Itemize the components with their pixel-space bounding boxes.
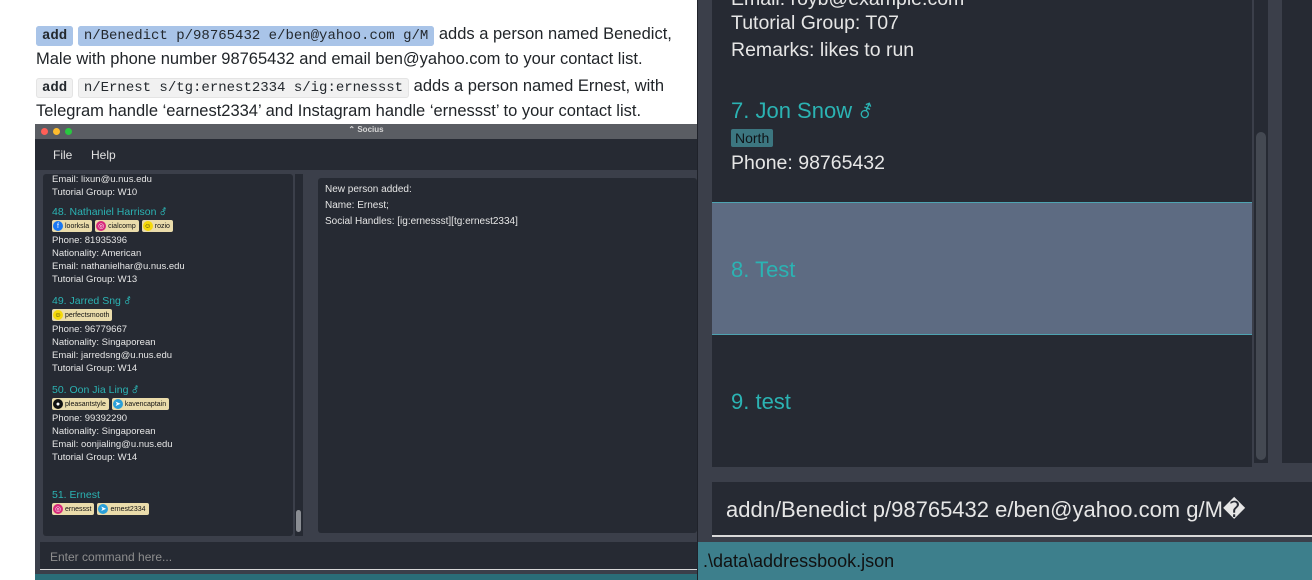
social-tag: f loorksla	[52, 220, 93, 232]
github-icon: ●	[53, 399, 63, 409]
person-remarks: Remarks: likes to run	[731, 39, 915, 61]
instagram-icon: ◎	[53, 504, 63, 514]
command-box[interactable]: Enter command here...	[40, 542, 697, 570]
list-item: ● add n/Ernest s/tg:ernest2334 s/ig:erne…	[36, 74, 696, 101]
code-keyword: add	[42, 80, 68, 96]
doc-text: Telegram handle ‘earnest2334’ and Instag…	[36, 102, 642, 120]
person-email: Email: royb@example.com	[731, 0, 964, 11]
menu-bar: File Help	[35, 139, 697, 170]
social-tag: ● pleasantstyle	[52, 398, 109, 410]
person-phone: Phone: 98765432	[731, 152, 885, 174]
code-keyword: add	[42, 28, 68, 44]
person-tutorial-group: Tutorial Group: W13	[52, 274, 138, 285]
snapchat-icon: ☺	[142, 221, 153, 231]
person-name[interactable]: 51. Ernest	[52, 489, 100, 501]
person-email: Email: lixun@u.nus.edu	[52, 174, 152, 185]
doc-text: adds a person named Ernest, with	[413, 77, 665, 95]
person-phone: Phone: 99392290	[52, 413, 128, 424]
person-nationality: Nationality: Singaporean	[52, 426, 156, 437]
social-tag: ◎ ernessst	[52, 503, 95, 515]
snapchat-icon: ☺	[53, 310, 63, 320]
doc-text: adds a person named Benedict,	[438, 25, 672, 43]
person-email: Email: oonjialing@u.nus.edu	[52, 439, 173, 450]
person-tutorial-group: Tutorial Group: T07	[731, 12, 899, 34]
person-name[interactable]: 7. Jon Snow ⚦	[731, 98, 873, 124]
save-location-path: .\data\addressbook.json	[703, 551, 895, 571]
code-snippet: add	[36, 26, 74, 46]
person-name[interactable]: 50. Oon Jia Ling ⚦	[52, 384, 139, 396]
person-name[interactable]: 9. test	[731, 389, 791, 415]
instagram-icon: ◎	[96, 221, 107, 231]
gender-icon: ⚦	[159, 207, 167, 217]
person-name[interactable]: 8. Test	[731, 257, 795, 283]
result-line: Name: Ernest;	[325, 200, 389, 211]
list-item: ● add n/Benedict p/98765432 e/ben@yahoo.…	[36, 22, 696, 49]
selected-person-card[interactable]: 8. Test	[712, 202, 1252, 335]
socius-window-large: Email: royb@example.com Tutorial Group: …	[697, 0, 1312, 580]
window-title: ⌃ Socius	[35, 125, 697, 134]
facebook-icon: f	[53, 221, 63, 231]
tag-badge: North	[731, 129, 774, 147]
code-snippet: n/Benedict p/98765432 e/ben@yahoo.com g/…	[77, 26, 435, 46]
scrollbar-thumb[interactable]	[296, 510, 301, 532]
scrollbar-thumb[interactable]	[1256, 132, 1266, 460]
social-tag: ☺ rozio	[141, 220, 173, 232]
person-name[interactable]: 49. Jarred Sng ⚦	[52, 295, 131, 307]
person-nationality: Nationality: American	[52, 248, 142, 259]
person-list-scrollbar[interactable]	[1254, 0, 1268, 463]
person-tutorial-group: Tutorial Group: W14	[52, 452, 138, 463]
person-list[interactable]: Email: lixun@u.nus.edu Tutorial Group: W…	[43, 174, 293, 536]
social-handles: ☺ perfectsmooth	[52, 309, 113, 322]
title-bar: ⌃ Socius	[35, 124, 697, 139]
command-placeholder: Enter command here...	[50, 550, 173, 564]
person-tutorial-group: Tutorial Group: W10	[52, 187, 138, 198]
person-tutorial-group: Tutorial Group: W14	[52, 363, 138, 374]
telegram-icon: ➤	[98, 504, 109, 514]
person-phone: Phone: 81935396	[52, 235, 128, 246]
person-email: Email: jarredsng@u.nus.edu	[52, 350, 173, 361]
social-tag: ➤ ernest2334	[97, 503, 149, 515]
command-box[interactable]: addn/Benedict p/98765432 e/ben@yahoo.com…	[712, 482, 1312, 537]
result-display: New person added: Name: Ernest; Social H…	[318, 178, 697, 533]
user-guide-snippet: ● add n/Benedict p/98765432 e/ben@yahoo.…	[0, 0, 697, 124]
socius-window-small: ⌃ Socius File Help Email: lixun@u.nus.ed…	[35, 124, 697, 580]
social-tag: ◎ cialcomp	[95, 220, 139, 232]
person-list-scrollbar[interactable]	[295, 174, 303, 536]
person-list[interactable]: Email: royb@example.com Tutorial Group: …	[712, 0, 1252, 467]
person-email: Email: nathanielhar@u.nus.edu	[52, 261, 185, 272]
window-title-text: Socius	[357, 125, 384, 134]
gender-icon: ⚦	[131, 385, 139, 395]
status-bar: .\data\addressbook.json	[698, 542, 1312, 580]
result-line: New person added:	[325, 184, 412, 195]
social-handles: f loorksla ◎ cialcomp ☺ rozio	[52, 220, 173, 233]
gender-icon: ⚦	[123, 296, 132, 306]
status-bar	[35, 574, 697, 580]
social-handles: ● pleasantstyle ➤ kavencaptain	[52, 398, 170, 411]
result-display	[1282, 0, 1312, 463]
person-phone: Phone: 96779667	[52, 324, 128, 335]
telegram-icon: ➤	[112, 399, 123, 409]
person-name[interactable]: 48. Nathaniel Harrison ⚦	[52, 206, 167, 218]
menu-file[interactable]: File	[53, 148, 72, 162]
code-snippet: add	[36, 78, 74, 98]
code-snippet: n/Ernest s/tg:ernest2334 s/ig:ernessst	[77, 78, 410, 98]
social-handles: ◎ ernessst ➤ ernest2334	[52, 503, 149, 516]
result-line: Social Handles: [ig:ernessst][tg:ernest2…	[325, 216, 518, 227]
app-icon: ⌃	[348, 125, 358, 134]
gender-icon: ⚦	[858, 102, 874, 122]
social-tag: ☺ perfectsmooth	[52, 309, 113, 321]
social-tag: ➤ kavencaptain	[111, 398, 170, 410]
person-nationality: Nationality: Singaporean	[52, 337, 156, 348]
command-input-value: addn/Benedict p/98765432 e/ben@yahoo.com…	[726, 497, 1246, 522]
menu-help[interactable]: Help	[91, 148, 116, 162]
doc-text: Male with phone number 98765432 and emai…	[36, 50, 643, 68]
